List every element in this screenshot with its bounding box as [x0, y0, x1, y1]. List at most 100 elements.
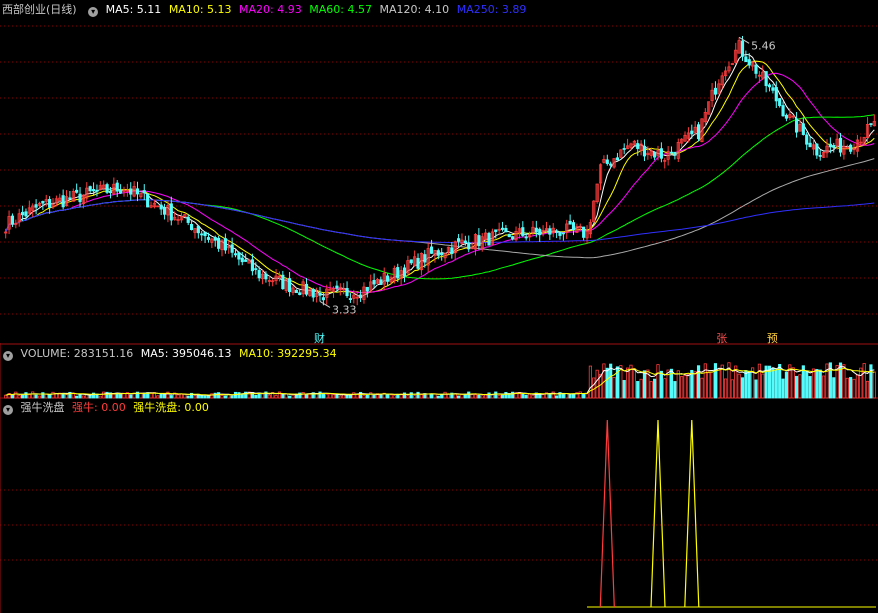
volume-bar — [37, 395, 42, 399]
candle-body — [805, 134, 809, 145]
candle-body — [487, 233, 491, 246]
candle-body — [463, 240, 467, 244]
candle-body — [230, 244, 234, 253]
candle-body — [622, 148, 626, 150]
volume-bar — [470, 393, 474, 399]
moving-average-lines — [5, 53, 875, 298]
candle-body — [653, 151, 657, 158]
candle-body — [223, 238, 227, 251]
chevron-down-icon[interactable]: ▾ — [3, 351, 13, 361]
candle-body — [747, 59, 751, 66]
candle-body — [108, 191, 113, 194]
volume-bar — [818, 369, 822, 399]
volume-bar — [571, 393, 576, 399]
volume-bar — [338, 395, 342, 399]
candle-body — [642, 145, 647, 157]
volume-bar — [162, 394, 167, 399]
volume-bar — [511, 391, 515, 399]
volume-bar — [487, 392, 491, 399]
volume-bar — [784, 371, 789, 399]
volume-bar — [578, 391, 582, 399]
candle-body — [744, 56, 748, 63]
candle-body — [494, 229, 498, 233]
event-marker-zhang[interactable]: 张 — [716, 332, 727, 345]
volume-bar — [639, 378, 643, 399]
candle-body — [571, 222, 576, 231]
volume-bar — [582, 393, 586, 399]
candle-body — [815, 143, 819, 156]
volume-bar — [832, 377, 836, 399]
volume-bar — [720, 364, 724, 399]
volume-bar — [798, 374, 802, 399]
volume-bar — [416, 391, 420, 399]
stock-title: 西部创业(日线) — [2, 3, 77, 16]
candle-body — [767, 84, 772, 88]
candle-body — [78, 193, 82, 203]
candle-body — [690, 130, 694, 135]
candle-body — [558, 231, 562, 236]
candle-body — [784, 114, 789, 119]
candle-body — [250, 259, 255, 272]
volume-bar — [859, 367, 863, 399]
volume-bar — [791, 367, 795, 399]
volume-bar — [585, 393, 589, 399]
high-price-label: 5.46 — [751, 39, 776, 52]
candle-body — [416, 257, 420, 269]
chevron-down-icon[interactable]: ▾ — [3, 405, 13, 415]
chevron-down-icon[interactable]: ▾ — [88, 7, 99, 17]
event-marker-yu[interactable]: 预 — [767, 332, 778, 345]
volume-bar — [112, 393, 116, 399]
volume-bar — [325, 393, 329, 399]
indicator-series-1: 强牛: 0.00 — [72, 401, 126, 414]
volume-ma5-label: MA5: 395046.13 — [140, 347, 232, 360]
candle-body — [21, 211, 25, 216]
candle-body — [196, 225, 200, 234]
ma5-label: MA5: 5.11 — [105, 3, 162, 16]
volume-bar — [362, 395, 366, 399]
candle-body — [311, 288, 315, 298]
candle-body — [781, 105, 785, 117]
volume-bar — [21, 394, 25, 399]
candle-body — [669, 151, 674, 154]
candle-body — [849, 144, 853, 152]
volume-bar — [463, 393, 467, 399]
candle-body — [832, 145, 836, 148]
candle-body — [838, 137, 843, 153]
ma10-line — [5, 60, 875, 294]
volume-bar — [392, 395, 396, 399]
volume-bar — [717, 368, 721, 399]
candle-body — [365, 286, 369, 292]
candle-body — [304, 283, 309, 295]
volume-bar — [453, 393, 457, 399]
candle-body — [609, 163, 613, 166]
candle-body — [504, 228, 508, 233]
ma20-label: MA20: 4.93 — [239, 3, 302, 16]
indicator-series-2: 强牛洗盘: 0.00 — [133, 401, 209, 414]
ma120-label: MA120: 4.10 — [379, 3, 450, 16]
candle-body — [764, 71, 768, 87]
volume-bar — [865, 380, 870, 399]
volume-bar — [436, 395, 440, 399]
candle-body — [169, 203, 173, 221]
candle-body — [264, 273, 268, 280]
volume-bar — [27, 394, 31, 399]
candle-body — [801, 123, 805, 135]
candle-body — [186, 216, 190, 223]
volume-bar — [588, 365, 592, 399]
volume-bar — [31, 391, 35, 399]
volume-bar — [703, 363, 707, 399]
volume-bar — [771, 367, 775, 399]
candle-body — [500, 227, 505, 230]
volume-bar — [237, 392, 241, 399]
volume-bar — [315, 393, 319, 399]
event-marker-cai[interactable]: 财 — [314, 331, 325, 345]
volume-label: VOLUME: 283151.16 — [20, 347, 134, 360]
candle-body — [615, 157, 620, 161]
candle-body — [808, 142, 812, 148]
candle-body — [659, 148, 663, 159]
volume-bar — [642, 370, 647, 399]
volume-bar — [457, 395, 461, 399]
volume-bar — [159, 393, 163, 399]
volume-ma10-label: MA10: 392295.34 — [238, 347, 337, 360]
volume-bar — [102, 391, 106, 399]
